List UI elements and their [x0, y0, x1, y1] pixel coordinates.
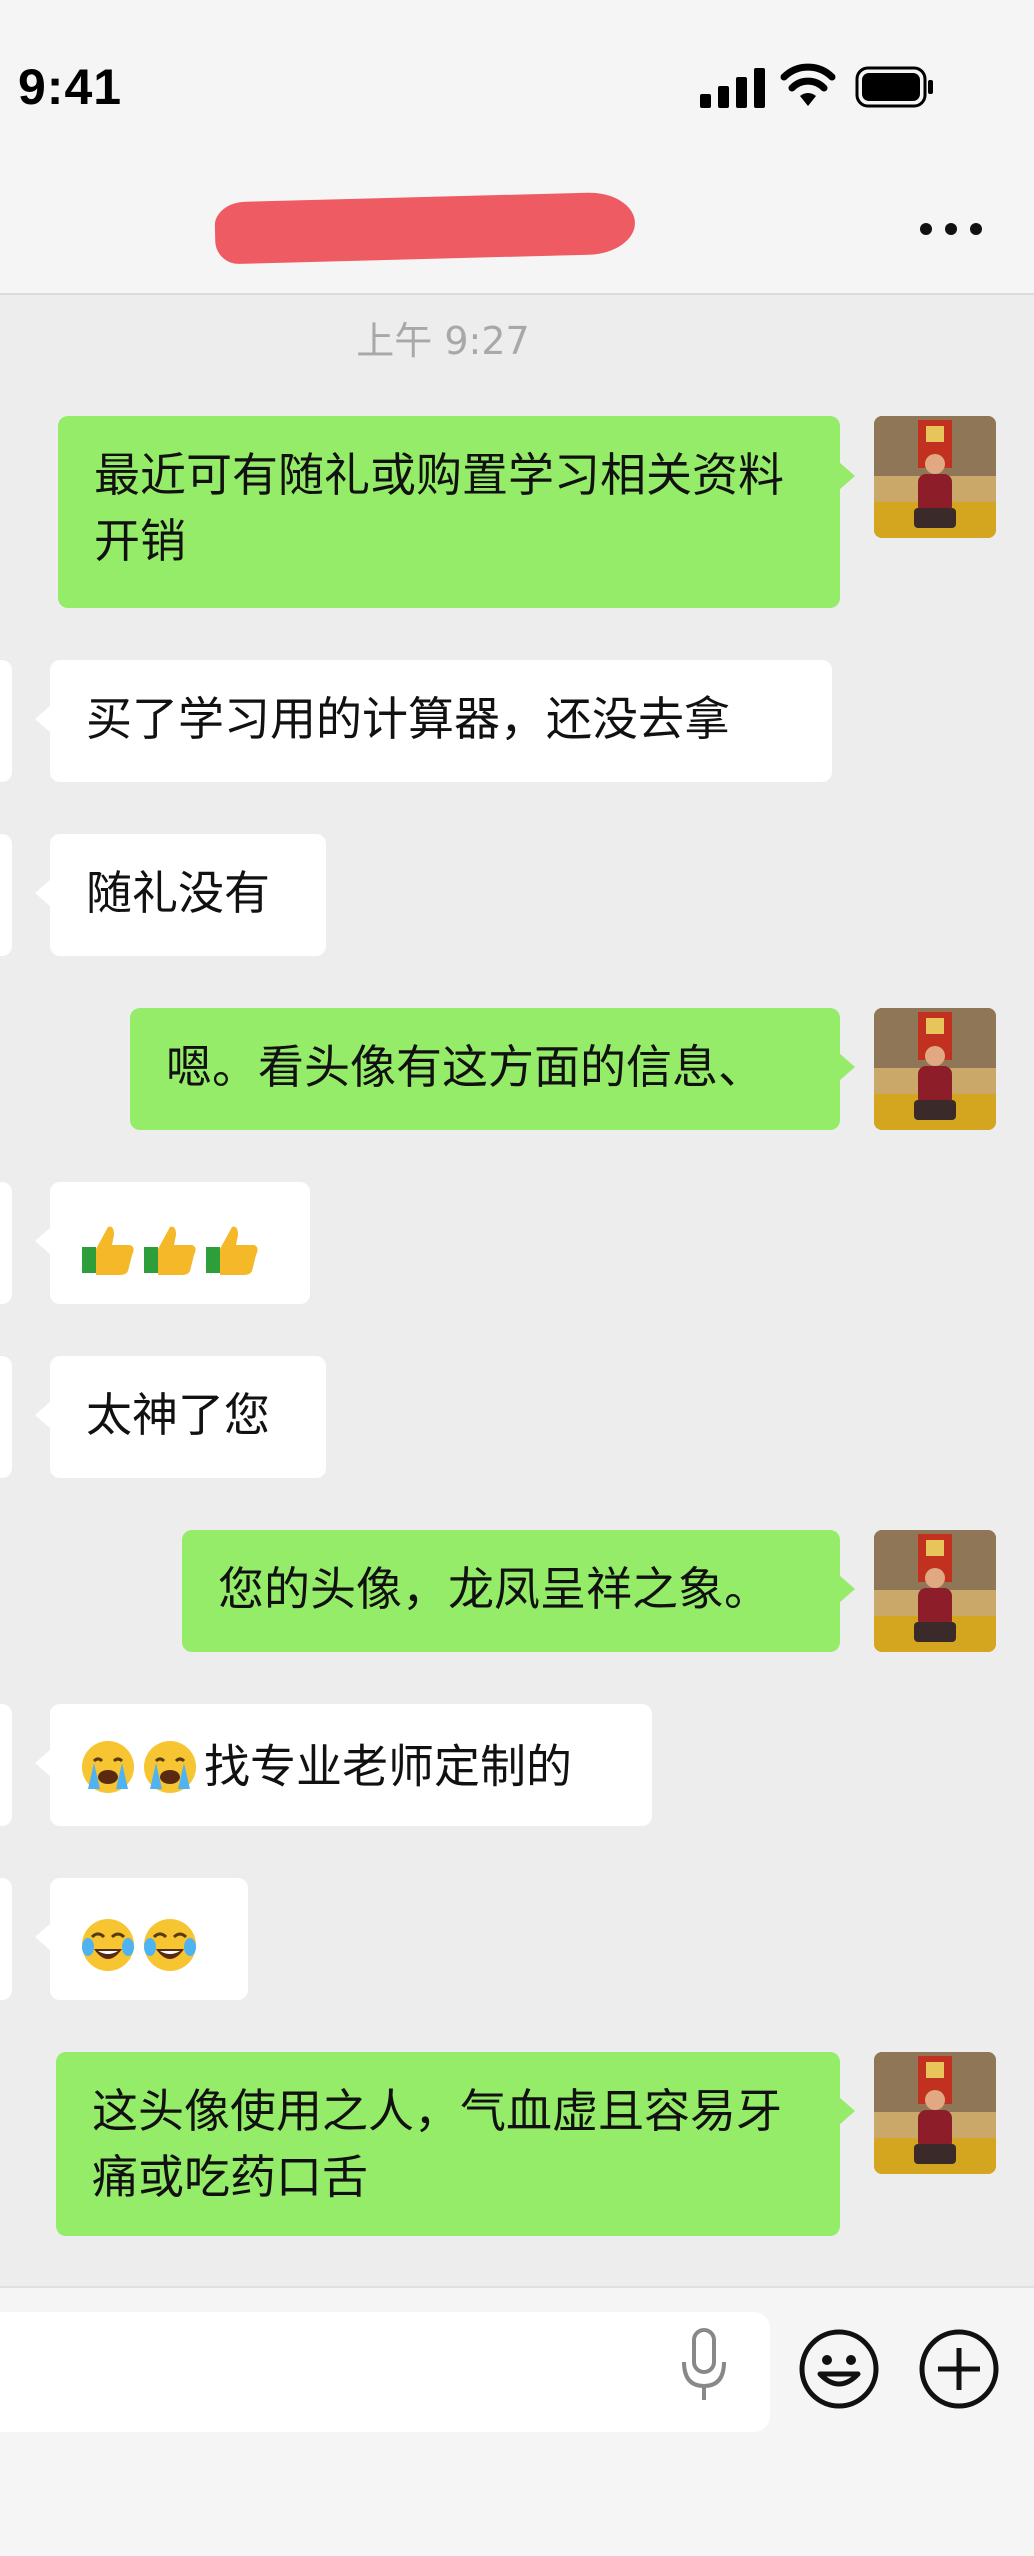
message-input[interactable]	[0, 2312, 770, 2432]
contact-avatar-edge[interactable]	[0, 1356, 12, 1478]
message-bubble-sent[interactable]: 最近可有随礼或购置学习相关资料开销	[58, 416, 840, 608]
message-timestamp: 上午 9:27	[356, 319, 530, 363]
message-bubble-sent[interactable]: 这头像使用之人，气血虚且容易牙痛或吃药口舌	[56, 2052, 840, 2236]
loudly-crying-face-icon	[144, 1740, 196, 1793]
wifi-icon	[780, 63, 836, 106]
battery-icon	[855, 66, 933, 108]
contact-avatar-edge[interactable]	[0, 1182, 12, 1304]
chat-header	[0, 175, 1034, 295]
message-bubble-received[interactable]: 找专业老师定制的	[50, 1704, 652, 1826]
bubble-tail	[35, 879, 51, 907]
message-bubble-received[interactable]	[50, 1182, 310, 1304]
redacted-contact-name	[214, 191, 636, 265]
bubble-tail	[839, 462, 855, 490]
message-bubble-sent[interactable]: 您的头像，龙凤呈祥之象。	[182, 1530, 840, 1652]
message-text: 您的头像，龙凤呈祥之象。	[218, 1562, 770, 1616]
bubble-tail	[35, 1749, 51, 1777]
message-text: 最近可有随礼或购置学习相关资料开销	[94, 448, 784, 568]
bubble-tail	[35, 1227, 51, 1255]
contact-avatar-edge[interactable]	[0, 834, 12, 956]
message-bubble-sent[interactable]: 嗯。看头像有这方面的信息、	[130, 1008, 840, 1130]
cellular-signal-icon	[700, 68, 765, 108]
bubble-tail	[35, 1923, 51, 1951]
user-avatar[interactable]	[874, 416, 996, 538]
message-text: 买了学习用的计算器，还没去拿	[86, 692, 730, 746]
bubble-tail	[839, 2097, 855, 2125]
plus-icon[interactable]	[918, 2328, 1000, 2410]
user-avatar[interactable]	[874, 1008, 996, 1130]
tears-of-joy-icon	[82, 1918, 134, 1971]
status-time: 9:41	[18, 59, 123, 115]
emoji-icon[interactable]	[798, 2328, 880, 2410]
message-text: 找专业老师定制的	[204, 1739, 572, 1794]
bubble-tail	[35, 705, 51, 733]
contact-avatar-edge[interactable]	[0, 1704, 12, 1826]
loudly-crying-face-icon	[82, 1740, 134, 1793]
message-text: 这头像使用之人，气血虚且容易牙痛或吃药口舌	[92, 2084, 782, 2204]
thumbs-up-icon	[206, 1226, 258, 1275]
bubble-tail	[35, 1401, 51, 1429]
message-text: 随礼没有	[86, 866, 270, 920]
contact-avatar-edge[interactable]	[0, 660, 12, 782]
message-bubble-received[interactable]: 太神了您	[50, 1356, 326, 1478]
message-bubble-received[interactable]: 买了学习用的计算器，还没去拿	[50, 660, 832, 782]
more-dots-icon[interactable]	[916, 219, 986, 239]
message-bubble-received[interactable]: 随礼没有	[50, 834, 326, 956]
message-text: 太神了您	[86, 1388, 270, 1442]
thumbs-up-icon	[82, 1226, 134, 1275]
contact-avatar-edge[interactable]	[0, 1878, 12, 2000]
chat-input-bar	[0, 2286, 1034, 2556]
tears-of-joy-icon	[144, 1918, 196, 1971]
bubble-tail	[839, 1575, 855, 1603]
user-avatar[interactable]	[874, 1530, 996, 1652]
message-bubble-received[interactable]	[50, 1878, 248, 2000]
thumbs-up-icon	[144, 1226, 196, 1275]
mic-icon[interactable]	[676, 2324, 732, 2404]
status-bar: 9:41	[0, 0, 1034, 175]
user-avatar[interactable]	[874, 2052, 996, 2174]
message-text: 嗯。看头像有这方面的信息、	[166, 1040, 764, 1094]
bubble-tail	[839, 1053, 855, 1081]
